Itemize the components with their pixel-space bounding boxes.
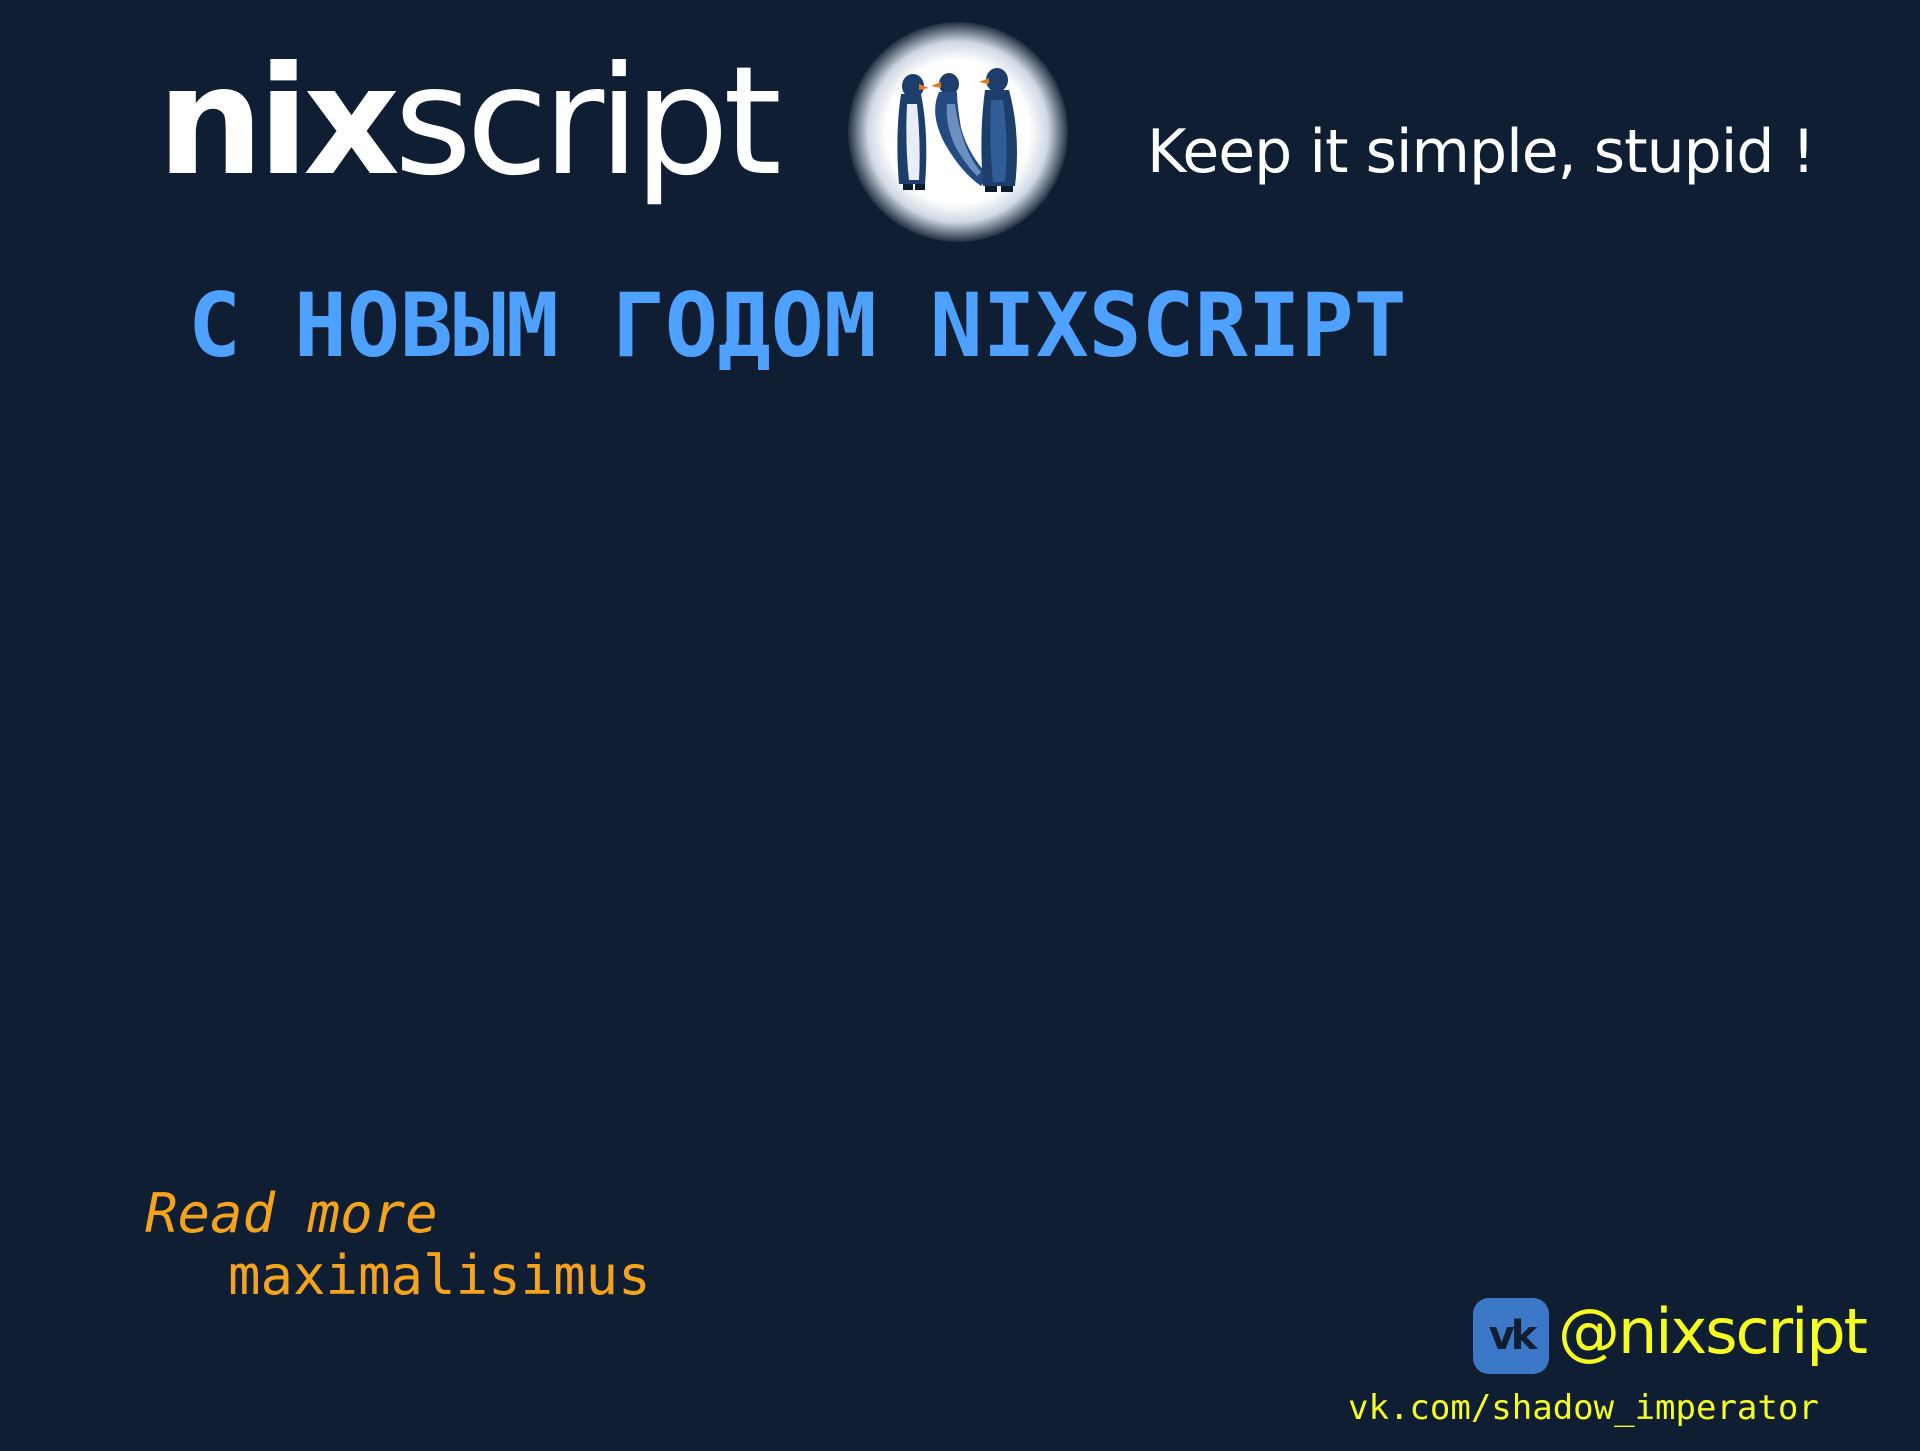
vk-url-link[interactable]: vk.com/shadow_imperator [1348, 1386, 1819, 1430]
tagline: Keep it simple, stupid ! [1147, 117, 1816, 187]
vk-handle[interactable]: @nixscript [1558, 1289, 1868, 1375]
read-more-link[interactable]: Read more [145, 1183, 438, 1245]
read-more-author[interactable]: maximalisimus [228, 1245, 651, 1307]
vk-icon[interactable]: vk [1473, 1298, 1549, 1374]
penguins-n-logo-icon [897, 68, 1017, 192]
logo-part-bold: nix [157, 35, 400, 209]
slide: nixscript Keep it simple, stupid ! С НОВ… [0, 0, 1920, 1451]
logo-part-regular: script [393, 35, 782, 209]
nixscript-logo: nixscript [157, 22, 782, 222]
page-title: С НОВЫМ ГОДОМ NIXSCRIPT [188, 274, 1407, 377]
vk-icon-text: vk [1488, 1313, 1538, 1359]
penguin-badge [848, 22, 1068, 242]
